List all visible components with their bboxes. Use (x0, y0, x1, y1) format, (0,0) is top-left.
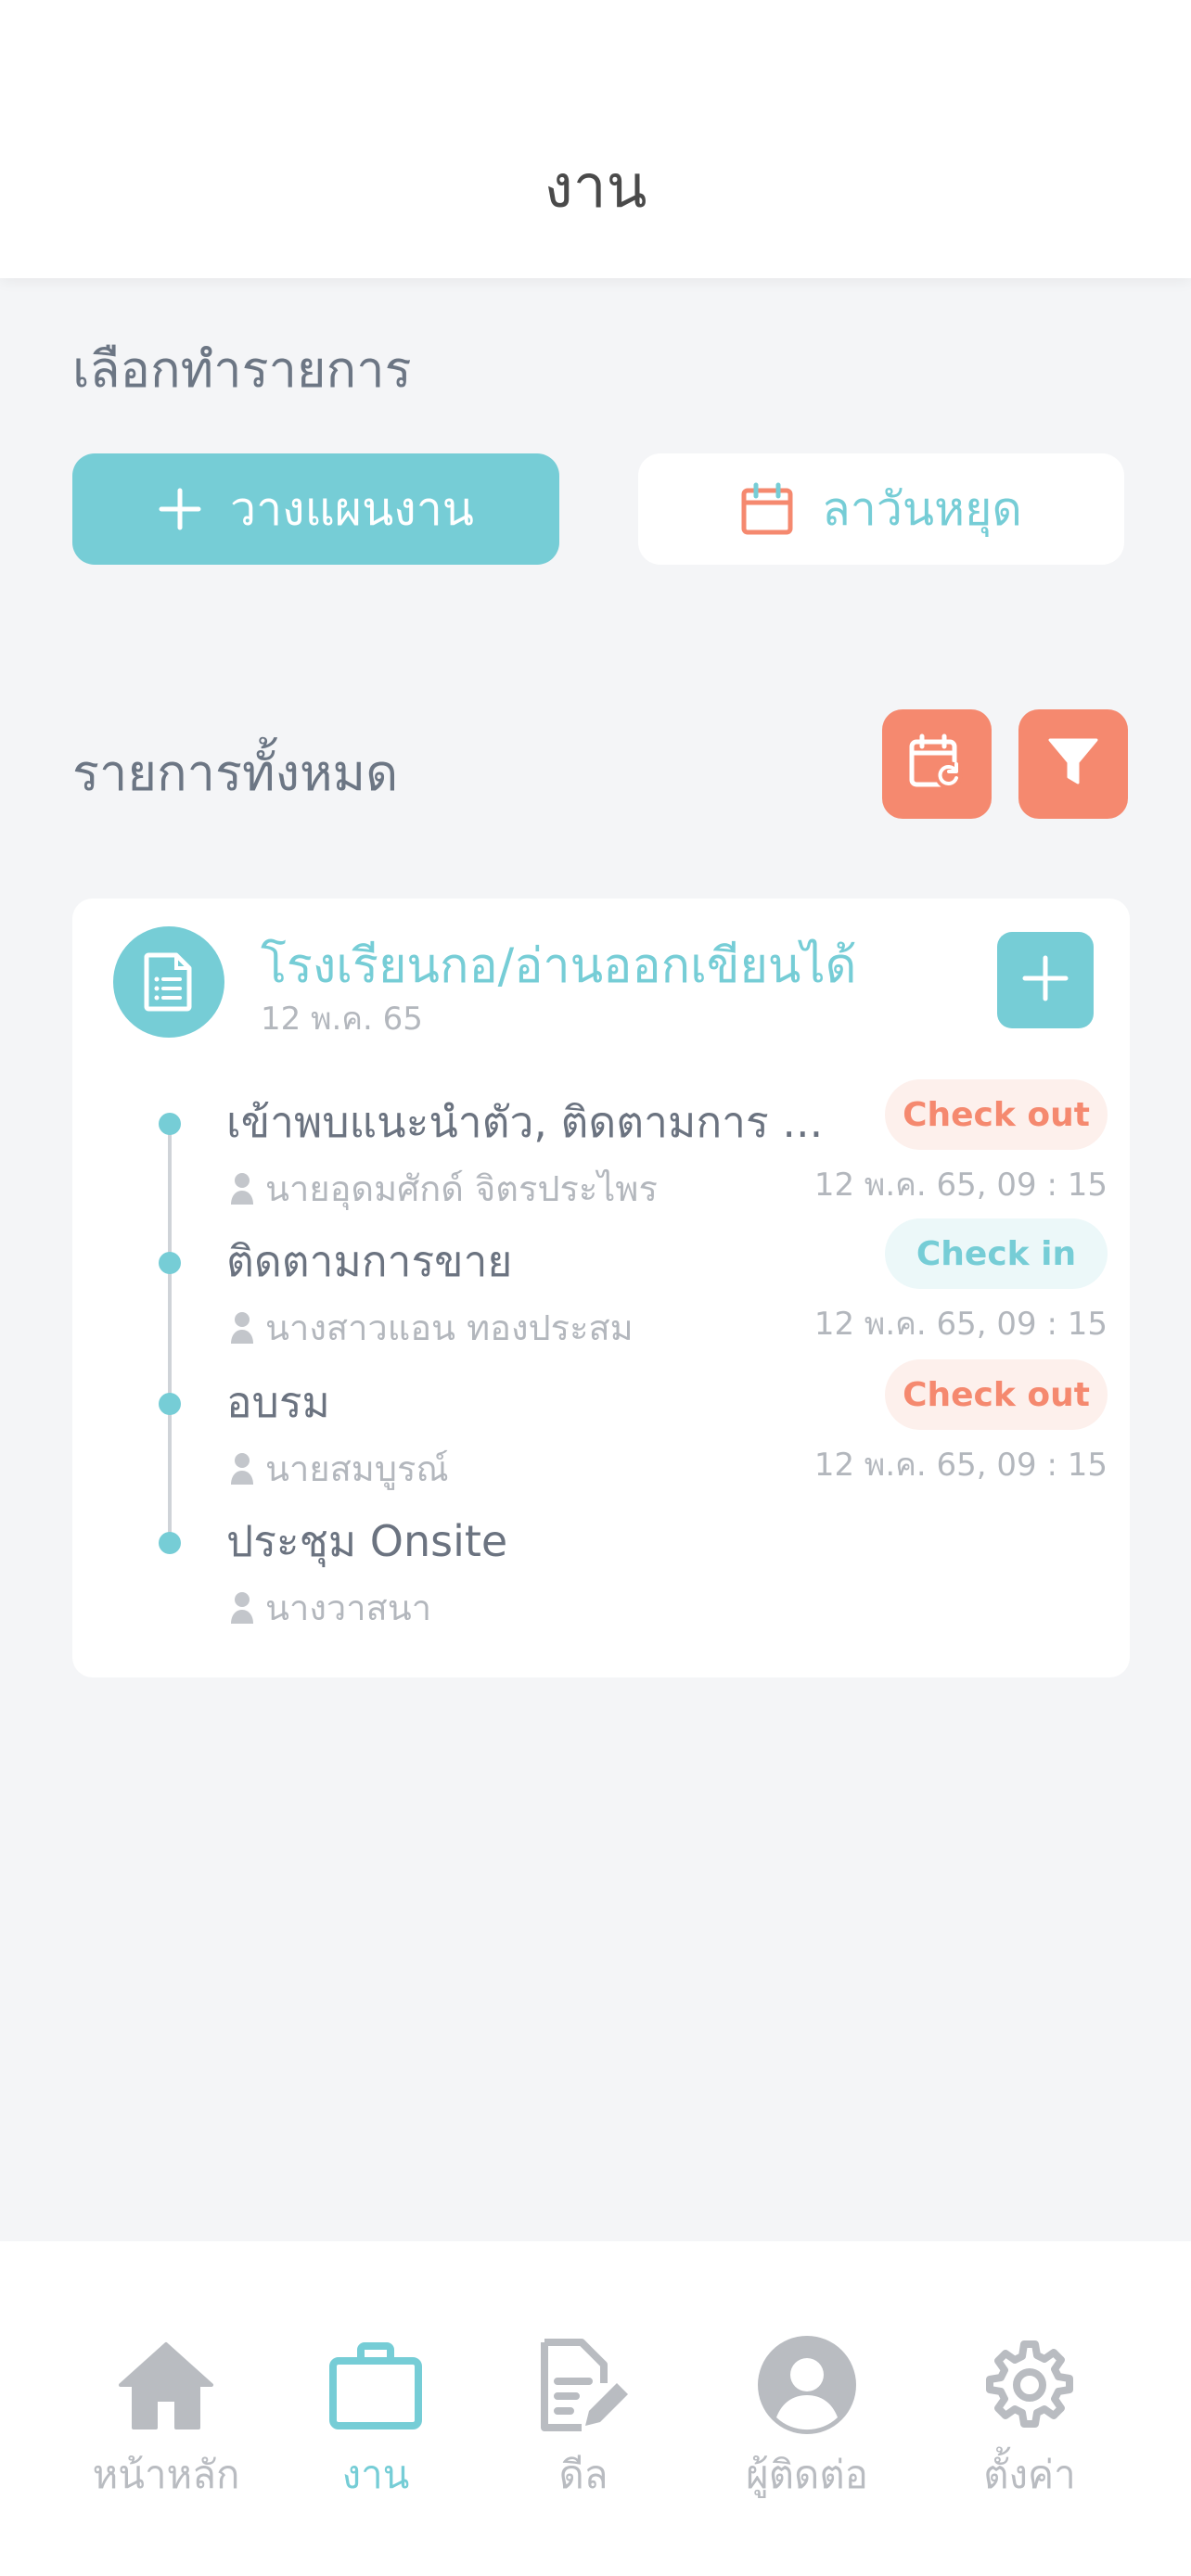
tab-label: ผู้ติดต่อ (746, 2452, 868, 2497)
tab-contacts[interactable]: ผู้ติดต่อ (696, 2329, 918, 2506)
calendar-icon (740, 482, 794, 536)
person-icon (231, 1172, 253, 1205)
activity-person: นางสาวแอน ทองประสม (230, 1299, 634, 1356)
timeline-dot (159, 1393, 181, 1415)
tab-deals[interactable]: ดีล (472, 2329, 695, 2506)
tab-work[interactable]: งาน (264, 2329, 487, 2506)
activity-time: 12 พ.ค. 65, 09 : 15 (813, 1167, 1108, 1204)
tab-label: งาน (341, 2452, 410, 2497)
activity-person: นายสมบูรณ์ (230, 1440, 449, 1497)
document-edit-icon (537, 2329, 630, 2441)
activity-time: 12 พ.ค. 65, 09 : 15 (813, 1306, 1108, 1343)
leave-button[interactable]: ลาวันหยุด (638, 453, 1124, 565)
activity-title: เข้าพบแนะนำตัว, ติดตามการ ... (226, 1097, 824, 1147)
calendar-sync-button[interactable] (882, 709, 992, 819)
status-badge: Check in (885, 1218, 1108, 1289)
all-items-section-title: รายการทั้งหมด (72, 744, 399, 802)
calendar-refresh-icon (908, 733, 966, 795)
tab-home[interactable]: หน้าหลัก (55, 2329, 277, 2506)
timeline-item[interactable]: เข้าพบแนะนำตัว, ติดตามการ ... นายอุดมศัก… (72, 1079, 1130, 1209)
card-title: โรงเรียนกอ/อ่านออกเขียนได้ (261, 938, 857, 994)
timeline-item[interactable]: ประชุม Onsite นางวาสนา (72, 1498, 1130, 1628)
person-name: นางสาวแอน ทองประสม (265, 1307, 634, 1348)
app-header: งาน (0, 0, 1191, 278)
activity-person: นางวาสนา (230, 1579, 431, 1636)
gear-icon (983, 2329, 1076, 2441)
tab-label: หน้าหลัก (92, 2452, 240, 2497)
activity-person: นายอุดมศักด์ จิตรประไพร (230, 1160, 658, 1217)
activity-title: อบรม (226, 1377, 330, 1427)
person-icon (231, 1591, 253, 1624)
activity-title: ประชุม Onsite (226, 1516, 508, 1566)
filter-icon (1045, 734, 1101, 794)
actions-section-title: เลือกทำรายการ (72, 340, 412, 399)
plan-work-button[interactable]: วางแผนงาน (72, 453, 559, 565)
document-icon (113, 926, 224, 1038)
activity-title: ติดตามการขาย (226, 1236, 513, 1286)
timeline-item[interactable]: อบรม นายสมบูรณ์ Check out 12 พ.ค. 65, 09… (72, 1359, 1130, 1489)
task-card[interactable]: โรงเรียนกอ/อ่านออกเขียนได้ 12 พ.ค. 65 เข… (72, 899, 1130, 1677)
person-name: นายอุดมศักด์ จิตรประไพร (265, 1168, 658, 1209)
plus-icon (1021, 954, 1069, 1006)
status-badge: Check out (885, 1079, 1108, 1150)
timeline-dot (159, 1532, 181, 1554)
person-name: นางวาสนา (265, 1588, 432, 1628)
person-icon (231, 1311, 253, 1344)
page-title: งาน (544, 153, 647, 222)
card-date: 12 พ.ค. 65 (261, 1001, 423, 1038)
filter-button[interactable] (1018, 709, 1128, 819)
plus-icon (158, 487, 202, 531)
person-name: นายสมบูรณ์ (265, 1448, 449, 1489)
timeline-item[interactable]: ติดตามการขาย นางสาวแอน ทองประสม Check in… (72, 1218, 1130, 1348)
tab-settings[interactable]: ตั้งค่า (918, 2329, 1141, 2506)
home-icon (115, 2329, 217, 2441)
activity-time: 12 พ.ค. 65, 09 : 15 (813, 1447, 1108, 1484)
add-activity-button[interactable] (997, 932, 1094, 1028)
user-circle-icon (756, 2329, 858, 2441)
status-badge: Check out (885, 1359, 1108, 1430)
timeline-dot (159, 1252, 181, 1274)
person-icon (231, 1452, 253, 1485)
bottom-tab-bar: หน้าหลัก งาน ดีล ผู้ติดต่อ ตั้งค่า (0, 2241, 1191, 2576)
briefcase-icon (327, 2329, 424, 2441)
plan-work-label: วางแผนงาน (230, 481, 474, 536)
tab-label: ดีล (558, 2452, 608, 2497)
leave-label: ลาวันหยุด (822, 481, 1022, 536)
tab-label: ตั้งค่า (983, 2452, 1076, 2497)
timeline-dot (159, 1113, 181, 1135)
